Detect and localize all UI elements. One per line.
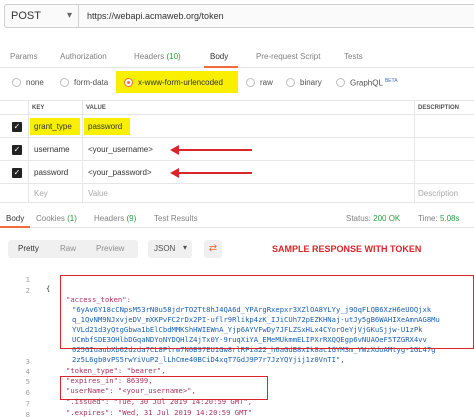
code-line: "6yAv6Y18cCNpsM53rN0u58jdrTO2Tt8hJ4QA6d_… — [0, 287, 431, 314]
response-body: 1 { 2 "access_token": "6yAv6Y18cCNpsM53r… — [0, 264, 474, 417]
wrap-lines-icon[interactable]: ⇄ — [204, 240, 222, 258]
request-bar: POST ▾ https://webapi.acmaweb.org/token — [0, 0, 474, 44]
new-description-input[interactable]: Description — [418, 189, 458, 198]
code-line: 2 "access_token": — [0, 277, 131, 304]
code-line: 3 "token_type": "bearer", — [0, 348, 166, 375]
row-key[interactable]: grant_type — [34, 122, 72, 131]
active-tab-indicator — [0, 226, 30, 228]
raw-button[interactable]: Raw — [60, 244, 76, 253]
pretty-button[interactable]: Pretty — [18, 244, 39, 253]
sample-response-annotation: SAMPLE RESPONSE WITH TOKEN — [272, 244, 422, 254]
resp-tab-headers-count: (9) — [126, 214, 137, 223]
table-row: ✓ grant_type password — [0, 115, 474, 138]
arrow-line — [178, 149, 252, 151]
resp-tab-cookies-count: (1) — [67, 214, 77, 223]
header-value: VALUE — [86, 105, 106, 111]
code-line: 1 { — [0, 266, 51, 293]
tab-tests[interactable]: Tests — [344, 52, 363, 61]
code-line: UCmbfSDE3OHlbDGqaNDYoNYDQHlZ4jTx0Y-9ruqX… — [0, 317, 427, 344]
status-label: Status: — [346, 214, 371, 223]
table-row-new: Key Value Description — [0, 184, 474, 203]
resp-tab-test-results[interactable]: Test Results — [154, 214, 198, 223]
code-line: 4 "expires_in": 86399, — [0, 358, 153, 385]
row-key[interactable]: username — [34, 145, 70, 154]
format-label: JSON — [154, 244, 176, 253]
resp-tab-headers-label: Headers — [94, 214, 125, 223]
code-text: { — [46, 284, 51, 293]
arrow-line — [178, 172, 252, 174]
radio-x-www-form-urlencoded[interactable] — [124, 78, 133, 87]
resp-tab-cookies[interactable]: Cookies (1) — [36, 214, 77, 223]
method-select[interactable]: POST ▾ — [4, 4, 78, 28]
table-header-row: KEY VALUE DESCRIPTION — [0, 100, 474, 115]
code-line: q_1QvNM9NJxvjeDV_mXKPvFC2rDx2PI-uflr9Rli… — [0, 297, 440, 324]
radio-binary-label: binary — [300, 78, 322, 87]
radio-none-label: none — [26, 78, 44, 87]
method-label: POST — [11, 10, 41, 22]
radio-graphql[interactable] — [336, 78, 345, 87]
tab-authorization[interactable]: Authorization — [60, 52, 107, 61]
radio-raw-label: raw — [260, 78, 273, 87]
code-line: 8 } — [0, 401, 30, 417]
preview-button[interactable]: Preview — [96, 244, 124, 253]
row-enabled-checkbox[interactable]: ✓ — [12, 168, 22, 178]
radio-x-www-form-urlencoded-label: x-www-form-urlencoded — [138, 78, 223, 87]
tab-headers-count: (10) — [166, 52, 181, 61]
tab-params[interactable]: Params — [10, 52, 38, 61]
access-token-highlight — [60, 275, 474, 349]
radio-raw[interactable] — [246, 78, 255, 87]
new-value-input[interactable]: Value — [88, 189, 108, 198]
radio-binary[interactable] — [286, 78, 295, 87]
arrow-left-icon — [170, 168, 179, 178]
resp-tab-cookies-label: Cookies — [36, 214, 65, 223]
time-value: 5.08s — [439, 214, 460, 223]
radio-form-data[interactable] — [60, 78, 69, 87]
request-tabs: Params Authorization Headers (10) Body P… — [0, 46, 474, 68]
resp-tab-headers[interactable]: Headers (9) — [94, 214, 136, 223]
chevron-down-icon: ▾ — [182, 243, 187, 252]
radio-graphql-label: GraphQL BETA — [350, 78, 398, 88]
row-value[interactable]: password — [88, 122, 122, 131]
tab-headers-label: Headers — [134, 52, 165, 61]
response-tabs: Body Cookies (1) Headers (9) Test Result… — [0, 206, 474, 228]
code-line: 6 ".issued": "Tue, 30 Jul 2019 14:20:59 … — [0, 379, 252, 406]
url-input[interactable]: https://webapi.acmaweb.org/token — [78, 4, 474, 28]
tab-headers[interactable]: Headers (10) — [134, 52, 181, 61]
row-enabled-checkbox[interactable]: ✓ — [12, 122, 22, 132]
row-value[interactable]: <your_password> — [88, 168, 152, 177]
radio-form-data-label: form-data — [74, 78, 109, 87]
code-text: ".expires": "Wed, 31 Jul 2019 14:20:59 G… — [66, 408, 253, 417]
resp-tab-body[interactable]: Body — [6, 214, 24, 223]
header-description: DESCRIPTION — [418, 105, 460, 111]
row-enabled-checkbox[interactable]: ✓ — [12, 145, 22, 155]
chevron-down-icon: ▾ — [66, 10, 72, 21]
code-line: 5 "userName": "<your_username>", — [0, 368, 196, 395]
new-key-input[interactable]: Key — [34, 189, 48, 198]
row-value[interactable]: <your_username> — [88, 145, 153, 154]
radio-none[interactable] — [12, 78, 21, 87]
code-line: 025GIuaubXb62dzda7CL8Plrw7N0B97EU1Gw8rlR… — [0, 327, 436, 354]
header-key: KEY — [32, 105, 45, 111]
body-type-options: none form-data x-www-form-urlencoded raw… — [0, 68, 474, 98]
code-line: 2z5L6gb0vPS5rwYiVuP2_lLhCme40BCiD4xqT7Gd… — [0, 337, 345, 364]
beta-badge: BETA — [384, 78, 398, 84]
code-line: 7 ".expires": "Wed, 31 Jul 2019 14:20:59… — [0, 390, 252, 417]
view-mode-group: Pretty Raw Preview — [8, 240, 138, 258]
response-toolbar: Pretty Raw Preview JSON ▾ ⇄ SAMPLE RESPO… — [0, 236, 474, 260]
status-readout: Status: 200 OK — [346, 214, 400, 223]
format-select[interactable]: JSON ▾ — [148, 240, 192, 258]
line-number: 8 — [25, 410, 30, 417]
tab-pre-request-script[interactable]: Pre-request Script — [256, 52, 320, 61]
time-label: Time: — [418, 214, 438, 223]
time-readout: Time: 5.08s — [418, 214, 460, 223]
arrow-left-icon — [170, 145, 179, 155]
tab-body[interactable]: Body — [210, 52, 228, 61]
code-text: 2z5L6gb0vPS5rwYiVuP2_lLhCme40BCiD4xqT7Gd… — [72, 355, 345, 364]
issued-expires-highlight — [60, 376, 268, 400]
graphql-label-text: GraphQL — [350, 78, 383, 88]
code-line: YVLd21d3yQtgGbwa1bElCbdMMKShHWIEWnA_Yjp6… — [0, 307, 423, 334]
row-key[interactable]: password — [34, 168, 68, 177]
code-text: "token_type": "bearer", — [66, 366, 166, 375]
status-value: 200 OK — [373, 214, 401, 223]
